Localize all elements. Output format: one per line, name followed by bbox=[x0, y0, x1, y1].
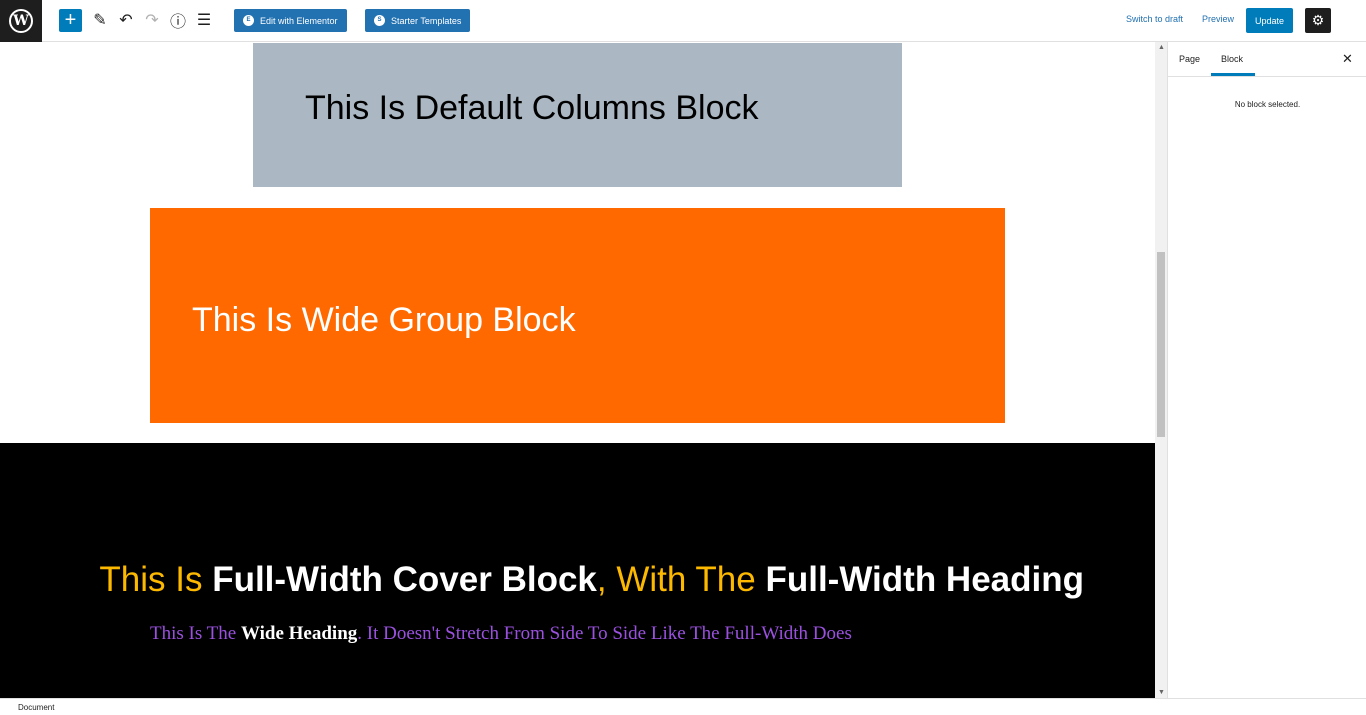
cover-heading-part: Full-Width Cover Block bbox=[212, 560, 597, 599]
cover-heading[interactable]: This Is Full-Width Cover Block, With The… bbox=[0, 560, 1084, 600]
columns-block[interactable]: This Is Default Columns Block bbox=[253, 43, 902, 187]
cover-sub-part: Wide Heading bbox=[240, 623, 358, 644]
scroll-up-arrow-icon[interactable]: ▲ bbox=[1158, 44, 1165, 51]
edit-with-elementor-button[interactable]: E Edit with Elementor bbox=[234, 9, 347, 32]
tools-pencil-icon[interactable]: ✎ bbox=[90, 10, 110, 30]
block-breadcrumb-bar: Document bbox=[0, 698, 1366, 715]
cover-block[interactable]: This Is Full-Width Cover Block, With The… bbox=[0, 443, 1155, 698]
elementor-icon: E bbox=[243, 15, 254, 26]
cover-sub-part: This Is The bbox=[150, 623, 241, 644]
block-inserter-button[interactable]: + bbox=[59, 9, 82, 32]
group-block[interactable]: This Is Wide Group Block bbox=[150, 208, 1005, 423]
canvas-scrollbar[interactable]: ▲ ▼ bbox=[1155, 42, 1167, 698]
sidebar-tabs: Page Block ✕ bbox=[1168, 42, 1366, 77]
editor-canvas[interactable]: This Is Default Columns Block This Is Wi… bbox=[0, 42, 1155, 698]
active-tab-indicator bbox=[1211, 73, 1255, 76]
cover-heading-part: , With The bbox=[596, 560, 766, 599]
editor-toolbar: W + ✎ ↶ ↷ ⓘ ☰ E Edit with Elementor S St… bbox=[0, 0, 1366, 42]
columns-block-heading[interactable]: This Is Default Columns Block bbox=[305, 89, 759, 128]
wordpress-icon: W bbox=[9, 9, 33, 33]
starter-templates-button[interactable]: S Starter Templates bbox=[365, 9, 471, 32]
tab-page[interactable]: Page bbox=[1179, 54, 1200, 64]
undo-icon[interactable]: ↶ bbox=[116, 10, 136, 30]
update-button[interactable]: Update bbox=[1246, 8, 1293, 33]
starter-templates-label: Starter Templates bbox=[391, 15, 462, 26]
preview-button[interactable]: Preview bbox=[1202, 14, 1234, 24]
scrollbar-thumb[interactable] bbox=[1157, 252, 1165, 437]
starter-templates-icon: S bbox=[374, 15, 385, 26]
group-block-heading[interactable]: This Is Wide Group Block bbox=[192, 301, 576, 340]
wordpress-logo-button[interactable]: W bbox=[0, 0, 42, 42]
list-view-icon[interactable]: ☰ bbox=[194, 10, 214, 30]
details-info-icon[interactable]: ⓘ bbox=[168, 10, 188, 31]
tab-block[interactable]: Block bbox=[1221, 54, 1243, 64]
settings-sidebar: Page Block ✕ No block selected. bbox=[1167, 42, 1366, 698]
close-sidebar-icon[interactable]: ✕ bbox=[1342, 51, 1353, 67]
no-block-selected-message: No block selected. bbox=[1234, 100, 1301, 109]
cover-wide-heading[interactable]: This Is The Wide Heading. It Doesn't Str… bbox=[150, 623, 852, 645]
cover-sub-part: . It Doesn't Stretch From Side To Side L… bbox=[357, 623, 852, 644]
redo-icon[interactable]: ↷ bbox=[142, 10, 162, 30]
cover-heading-part: This Is bbox=[99, 560, 213, 599]
cover-heading-part: Full-Width Heading bbox=[765, 560, 1084, 599]
settings-button[interactable]: ⚙ bbox=[1305, 8, 1331, 33]
gear-icon: ⚙ bbox=[1311, 12, 1325, 28]
breadcrumb-document[interactable]: Document bbox=[18, 703, 54, 712]
switch-to-draft-button[interactable]: Switch to draft bbox=[1126, 14, 1183, 24]
edit-with-elementor-label: Edit with Elementor bbox=[260, 15, 338, 26]
scroll-down-arrow-icon[interactable]: ▼ bbox=[1158, 689, 1165, 696]
